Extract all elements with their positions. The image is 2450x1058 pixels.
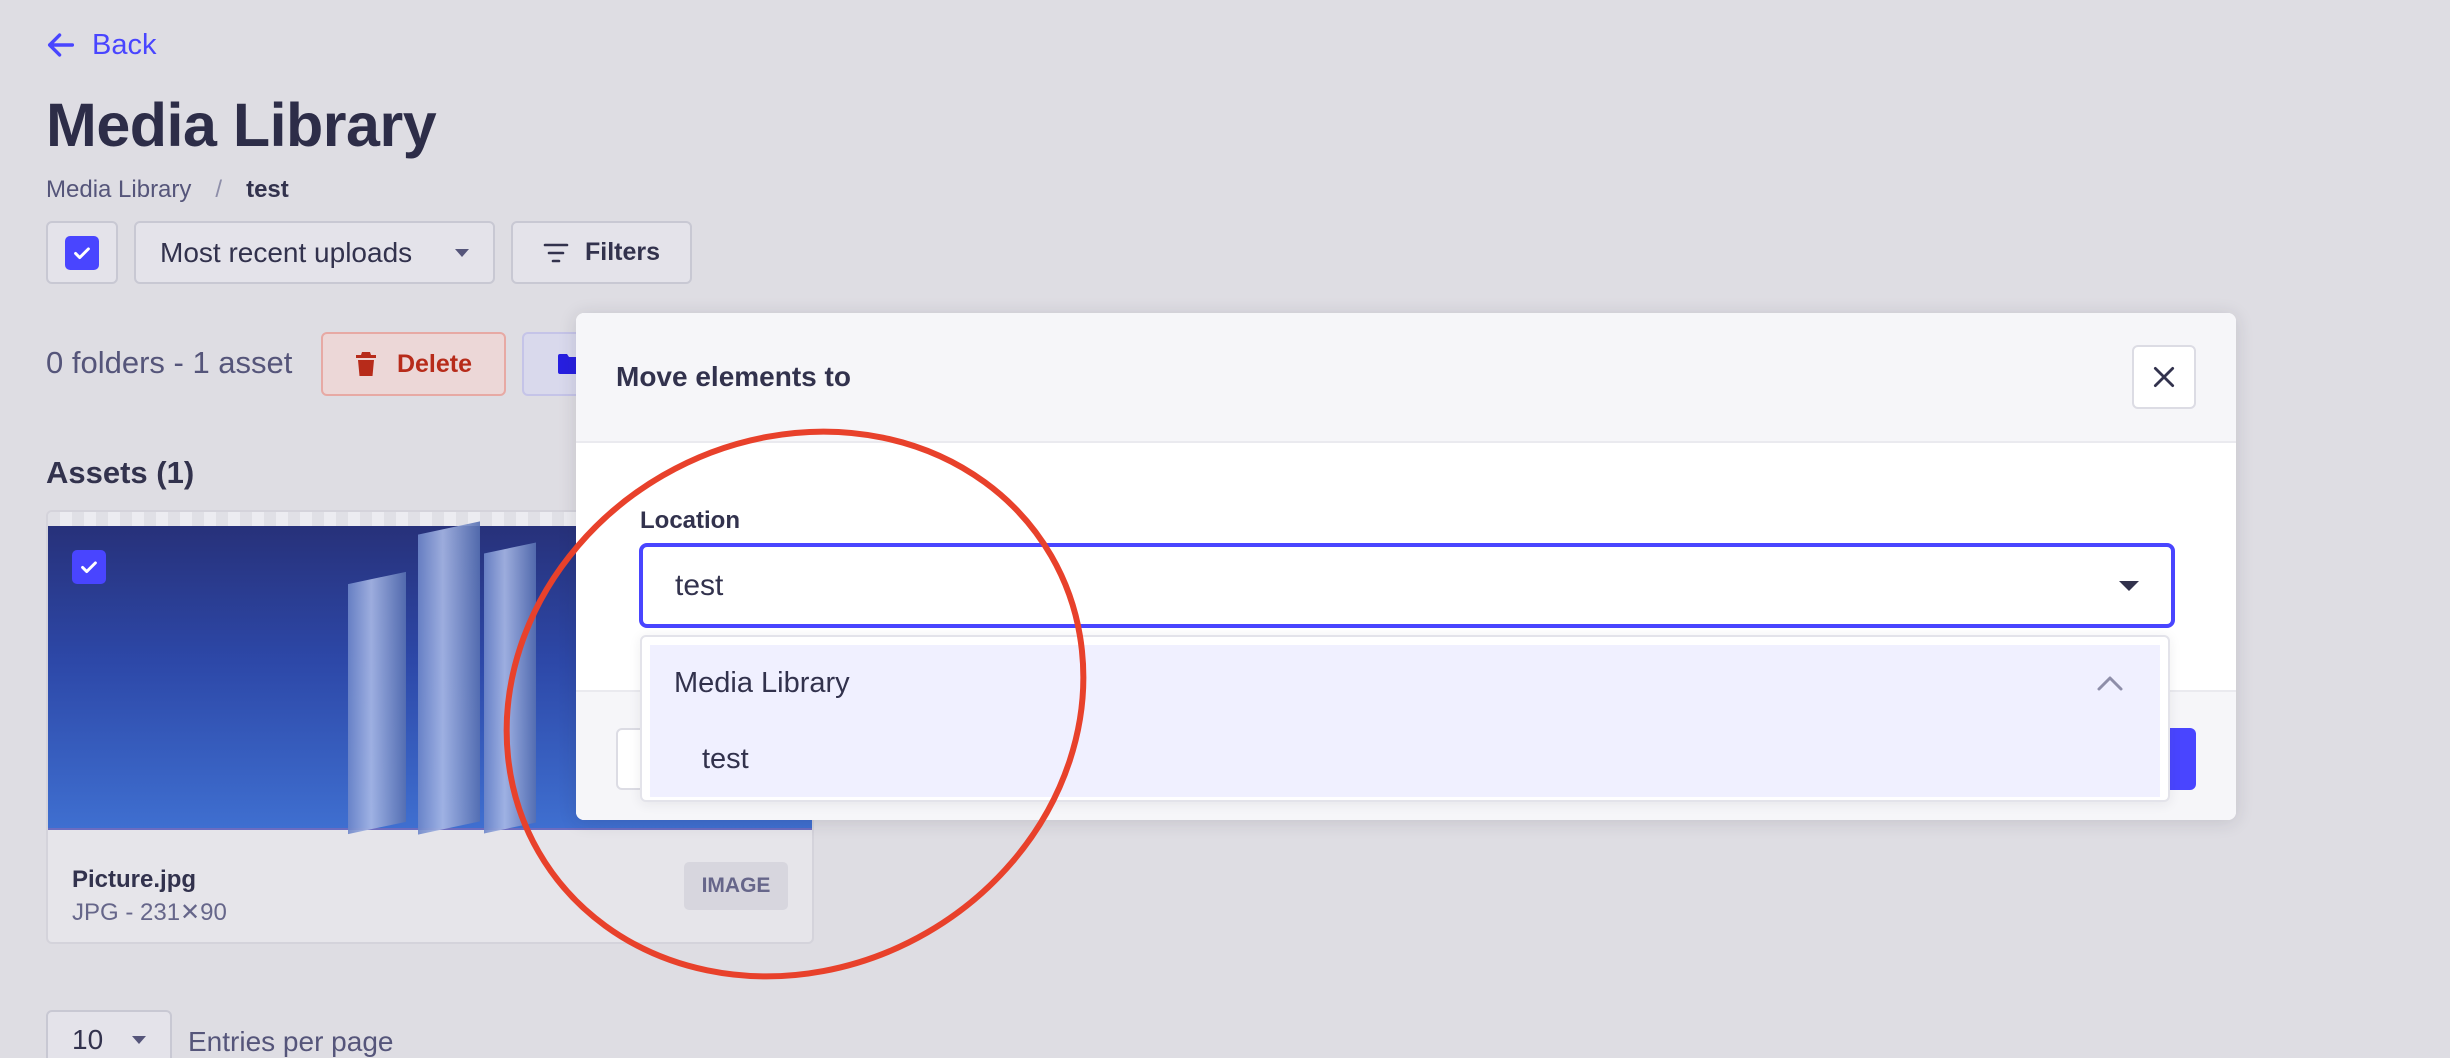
breadcrumb-root[interactable]: Media Library: [46, 176, 191, 204]
check-icon: [74, 246, 90, 259]
check-icon: [81, 561, 97, 574]
asset-name: Picture.jpg: [72, 866, 197, 893]
chevron-down-icon: [132, 1036, 146, 1044]
arrow-left-icon: [47, 33, 75, 57]
page-title: Media Library: [46, 91, 437, 159]
breadcrumb-current: test: [246, 176, 289, 203]
close-button[interactable]: [2132, 345, 2196, 409]
filter-icon: [543, 243, 569, 262]
dropdown-option-test[interactable]: test: [650, 721, 2160, 797]
select-all-checkbox[interactable]: [46, 221, 118, 284]
thumbnail-tower-shape: [348, 571, 406, 835]
asset-type-badge: IMAGE: [684, 862, 788, 910]
thumbnail-tower-shape: [484, 542, 536, 834]
media-library-page: Back Media Library Media Library / test …: [0, 0, 2450, 1058]
assets-heading: Assets (1): [46, 455, 195, 490]
asset-select-checkbox[interactable]: [72, 550, 106, 584]
checkbox-checked: [65, 235, 99, 270]
trash-icon: [355, 352, 376, 376]
sort-select-value: Most recent uploads: [160, 236, 413, 268]
folder-asset-count: 0 folders - 1 asset: [46, 345, 293, 380]
sort-select[interactable]: Most recent uploads: [134, 221, 495, 284]
chevron-down-icon: [2119, 580, 2139, 591]
back-label: Back: [92, 28, 157, 61]
modal-header: Move elements to: [576, 313, 2236, 443]
location-select-value: test: [675, 568, 724, 602]
per-page-select[interactable]: 10: [46, 1010, 172, 1058]
chevron-up-icon[interactable]: [2096, 674, 2124, 692]
close-icon: [2153, 366, 2175, 388]
per-page-label: Entries per page: [188, 1026, 394, 1057]
filters-button[interactable]: Filters: [511, 221, 692, 284]
breadcrumb: Media Library / test: [46, 176, 289, 204]
filters-label: Filters: [584, 238, 661, 266]
location-label: Location: [640, 507, 740, 534]
back-link[interactable]: Back: [44, 28, 156, 62]
per-page-value: 10: [72, 1024, 104, 1055]
delete-button[interactable]: Delete: [321, 332, 506, 396]
delete-label: Delete: [396, 349, 473, 378]
dropdown-option-media-library[interactable]: Media Library: [650, 645, 2160, 721]
dropdown-option-label: Media Library: [674, 666, 850, 699]
location-select[interactable]: test: [639, 543, 2175, 628]
chevron-down-icon: [455, 248, 469, 257]
modal-title: Move elements to: [616, 361, 851, 392]
location-dropdown: Media Library test: [640, 635, 2170, 802]
thumbnail-tower-shape: [418, 521, 480, 835]
dropdown-option-label: test: [702, 742, 749, 775]
asset-meta: JPG - 231✕90: [72, 899, 227, 926]
breadcrumb-separator: /: [215, 176, 223, 203]
